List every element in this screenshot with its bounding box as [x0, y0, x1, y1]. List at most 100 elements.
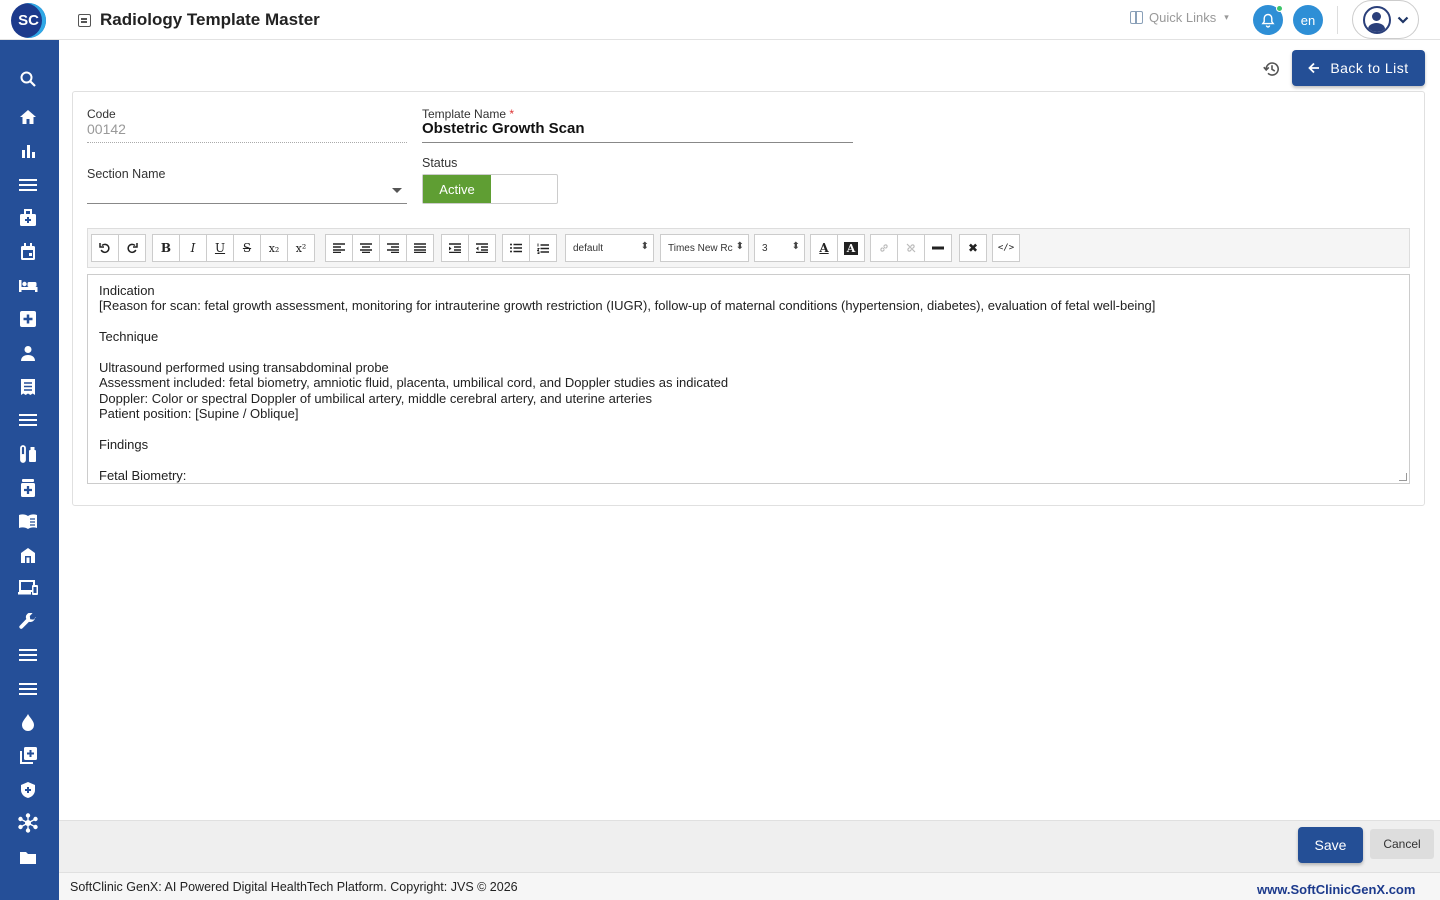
language-button[interactable]: en — [1293, 5, 1323, 35]
font-size-select[interactable]: 3 — [754, 234, 805, 262]
editor-line — [99, 452, 1398, 467]
unlink-icon — [906, 243, 916, 253]
link-button[interactable] — [870, 234, 898, 262]
cancel-button[interactable]: Cancel — [1370, 829, 1434, 859]
template-content-editor[interactable]: Indication [Reason for scan: fetal growt… — [87, 274, 1410, 484]
back-to-list-button[interactable]: Back to List — [1292, 50, 1425, 86]
home-icon[interactable] — [17, 106, 39, 128]
subscript-icon: x₂ — [268, 241, 280, 255]
text-color-button[interactable]: A — [810, 234, 838, 262]
person-icon[interactable] — [17, 342, 39, 364]
section-name-label: Section Name — [87, 167, 166, 181]
underline-icon: U — [214, 241, 226, 255]
blood-drop-icon[interactable] — [17, 711, 39, 733]
outdent-button[interactable] — [468, 234, 496, 262]
editor-line: Ultrasound performed using transabdomina… — [99, 360, 389, 375]
add-box-icon[interactable] — [17, 745, 39, 767]
user-menu-button[interactable] — [1352, 0, 1419, 39]
numbered-list-button[interactable] — [529, 234, 557, 262]
editor-line: Fetal Biometry: — [99, 467, 187, 483]
align-left-button[interactable] — [325, 234, 353, 262]
font-family-select[interactable]: Times New Rc — [660, 234, 749, 262]
horizontal-rule-button[interactable] — [924, 234, 952, 262]
link-icon — [880, 244, 888, 252]
editor-line — [99, 345, 1398, 360]
folder-icon[interactable] — [17, 846, 39, 868]
quick-links-menu[interactable]: Quick Links ▾ — [1130, 10, 1229, 25]
wrench-icon[interactable] — [17, 611, 39, 633]
undo-icon — [99, 243, 110, 254]
outdent-icon — [476, 243, 488, 253]
save-button[interactable]: Save — [1298, 827, 1363, 863]
required-mark: * — [509, 107, 515, 121]
bold-button[interactable]: B — [152, 234, 180, 262]
redo-button[interactable] — [118, 234, 146, 262]
lab-test-icon[interactable] — [17, 443, 39, 465]
template-name-input[interactable]: Obstetric Growth Scan — [422, 120, 585, 137]
align-left-icon — [333, 243, 345, 253]
align-center-button[interactable] — [352, 234, 380, 262]
bell-icon — [1261, 13, 1275, 28]
unlink-button[interactable] — [897, 234, 925, 262]
analytics-icon[interactable] — [17, 140, 39, 162]
avatar — [1363, 5, 1391, 34]
indent-button[interactable] — [441, 234, 469, 262]
resize-handle[interactable] — [1399, 473, 1407, 481]
devices-icon[interactable] — [17, 577, 39, 599]
search-icon[interactable] — [17, 68, 39, 90]
format-select[interactable]: default — [565, 234, 654, 262]
chevron-down-icon: ▾ — [1224, 12, 1229, 22]
underline-button[interactable]: U — [206, 234, 234, 262]
receipt-icon[interactable] — [17, 376, 39, 398]
superscript-icon: x² — [295, 241, 307, 255]
network-icon[interactable] — [17, 812, 39, 834]
background-color-icon: A — [843, 241, 859, 255]
template-name-underline — [422, 142, 853, 143]
store-icon[interactable] — [17, 544, 39, 566]
pharmacy-icon[interactable] — [17, 477, 39, 499]
medical-bag-icon[interactable] — [17, 207, 39, 229]
source-code-button[interactable]: </> — [992, 234, 1020, 262]
shield-icon[interactable] — [17, 779, 39, 801]
editor-line: Doppler: Color or spectral Doppler of um… — [99, 390, 652, 406]
hospital-plus-icon[interactable] — [17, 308, 39, 330]
undo-button[interactable] — [91, 234, 119, 262]
indent-icon — [449, 243, 461, 253]
history-icon[interactable] — [1263, 60, 1281, 83]
book-icon[interactable] — [17, 510, 39, 532]
status-active-option[interactable]: Active — [423, 175, 491, 203]
editor-line: Patient position: [Supine / Oblique] — [99, 406, 299, 422]
calendar-icon[interactable] — [17, 241, 39, 263]
status-toggle[interactable]: Active — [422, 174, 558, 204]
section-name-select[interactable] — [87, 184, 387, 202]
list-icon[interactable] — [17, 678, 39, 700]
status-label: Status — [422, 156, 458, 170]
italic-button[interactable]: I — [179, 234, 207, 262]
superscript-button[interactable]: x² — [287, 234, 315, 262]
align-right-button[interactable] — [379, 234, 407, 262]
background-color-button[interactable]: A — [837, 234, 865, 262]
app-logo[interactable]: SC — [11, 3, 46, 38]
bullet-list-icon — [510, 243, 522, 253]
code-field: 00142 — [87, 121, 126, 137]
website-link[interactable]: www.SoftClinicGenX.com — [1257, 882, 1415, 897]
code-label: Code — [87, 107, 116, 121]
justify-button[interactable] — [406, 234, 434, 262]
editor-line: Assessment included: fetal biometry, amn… — [99, 375, 729, 391]
chevron-down-icon[interactable] — [392, 188, 402, 193]
editor-line: Indication — [99, 283, 155, 298]
menu-icon[interactable] — [17, 174, 39, 196]
list-icon[interactable] — [17, 409, 39, 431]
bullet-list-button[interactable] — [502, 234, 530, 262]
arrow-left-icon — [1308, 62, 1320, 74]
redo-icon — [127, 243, 138, 254]
subscript-button[interactable]: x₂ — [260, 234, 288, 262]
remove-format-button[interactable]: ✖ — [959, 234, 987, 262]
notification-dot — [1276, 5, 1283, 12]
code-field-underline — [87, 142, 407, 143]
strikethrough-button[interactable]: S — [233, 234, 261, 262]
list-icon[interactable] — [17, 644, 39, 666]
bed-icon[interactable] — [17, 275, 39, 297]
gift-icon — [1130, 11, 1143, 24]
editor-line — [99, 422, 1398, 437]
